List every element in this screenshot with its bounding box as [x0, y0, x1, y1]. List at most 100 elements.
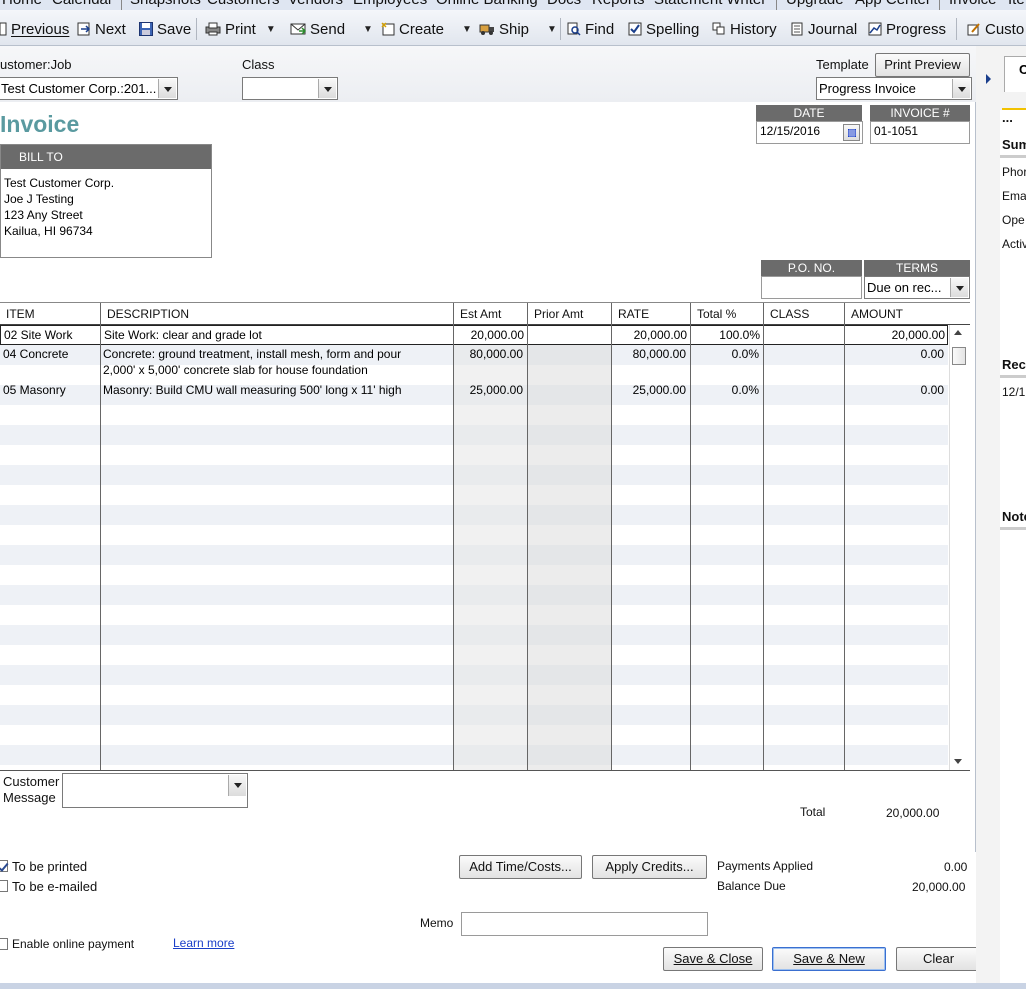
history-button[interactable]: History [712, 18, 777, 40]
menu-reports[interactable]: Reports [592, 0, 645, 8]
panel-tab[interactable]: C [1004, 56, 1026, 92]
toolbar: Previous Next Save Print ▼ Send ▼ Create… [0, 10, 1026, 46]
customize-button[interactable]: Custo [967, 18, 1024, 40]
template-select[interactable]: Progress Invoice [816, 77, 972, 100]
learn-more-link[interactable]: Learn more [173, 936, 234, 950]
chevron-down-icon[interactable] [950, 278, 968, 297]
scroll-down-icon[interactable] [954, 759, 962, 764]
menu-snapshots[interactable]: Snapshots [130, 0, 201, 8]
menu-customers[interactable]: Customers [207, 0, 280, 8]
invoice-number-field[interactable]: 01-1051 [870, 121, 970, 144]
previous-button[interactable]: Previous [0, 18, 69, 40]
col-total-pct[interactable]: Total % [697, 307, 736, 321]
print-label: Print [225, 20, 256, 38]
print-button[interactable]: Print ▼ [205, 18, 276, 40]
menu-app-center[interactable]: App Center [855, 0, 931, 8]
add-time-costs-button[interactable]: Add Time/Costs... [459, 855, 582, 879]
send-button[interactable]: Send ▼ [290, 18, 373, 40]
ship-button[interactable]: Ship ▼ [479, 18, 557, 40]
journal-button[interactable]: Journal [790, 18, 857, 40]
table-row[interactable]: 04 Concrete Concrete: ground treatment, i… [0, 345, 948, 381]
row-item: 02 Site Work [4, 328, 73, 342]
journal-icon [790, 22, 804, 36]
next-button[interactable]: Next [77, 18, 126, 40]
customer-message-label-line: Customer [3, 774, 60, 789]
bill-to-line: Test Customer Corp. [4, 176, 115, 190]
terms-select[interactable]: Due on rec... [864, 276, 970, 299]
col-class[interactable]: CLASS [770, 307, 809, 321]
row-description: Concrete: ground treatment, install mesh… [103, 347, 402, 361]
menu-docs[interactable]: Docs [547, 0, 581, 8]
panel-divider [1000, 155, 1026, 158]
toolbar-separator [560, 18, 561, 40]
menu-employees[interactable]: Employees [353, 0, 427, 8]
print-preview-button[interactable]: Print Preview [875, 53, 970, 77]
save-new-button[interactable]: Save & New [772, 947, 886, 971]
col-amount[interactable]: AMOUNT [851, 307, 903, 321]
clear-button[interactable]: Clear [896, 947, 981, 971]
class-label: Class [242, 57, 275, 72]
menu-items[interactable]: Ite [1008, 0, 1025, 8]
chevron-down-icon[interactable] [318, 79, 336, 98]
create-button[interactable]: Create ▼ [381, 18, 472, 40]
menu-vendors[interactable]: Vendors [288, 0, 343, 8]
col-prior-amt[interactable]: Prior Amt [534, 307, 583, 321]
enable-online-payment-label: Enable online payment [12, 937, 135, 951]
menu-home[interactable]: Home [2, 0, 42, 8]
menu-separator [776, 0, 777, 10]
to-be-emailed-checkbox[interactable] [0, 880, 8, 892]
scroll-thumb[interactable] [952, 347, 966, 365]
spelling-button[interactable]: Spelling [628, 18, 699, 40]
panel-recent-date[interactable]: 12/1 [1002, 385, 1025, 399]
scroll-up-icon[interactable] [954, 330, 962, 335]
col-rate[interactable]: RATE [618, 307, 649, 321]
menu-online-banking[interactable]: Online Banking [436, 0, 538, 8]
menu-invoice[interactable]: Invoice [949, 0, 997, 8]
row-est-amt: 20,000.00 [470, 328, 524, 342]
chevron-down-icon[interactable] [158, 79, 176, 98]
menu-statement-writer[interactable]: Statement Writer [654, 0, 766, 8]
payments-applied-value: 0.00 [944, 860, 968, 874]
truck-icon [479, 22, 495, 36]
find-button[interactable]: Find [567, 18, 614, 40]
progress-button[interactable]: Progress [868, 18, 946, 40]
panel-collapse-toggle[interactable] [986, 74, 991, 84]
col-item[interactable]: ITEM [6, 307, 35, 321]
col-description[interactable]: DESCRIPTION [107, 307, 189, 321]
customer-message-select[interactable] [62, 773, 248, 808]
to-be-printed-checkbox[interactable] [0, 860, 8, 872]
customer-job-select[interactable]: Test Customer Corp.:201... [0, 77, 178, 100]
class-select[interactable] [242, 77, 338, 100]
bill-to-box[interactable]: BILL TO Test Customer Corp. Joe J Testin… [0, 144, 212, 258]
panel-recent-heading: Rec [1002, 357, 1026, 372]
enable-online-payment-checkbox[interactable] [0, 938, 8, 950]
print-dropdown-icon[interactable]: ▼ [266, 24, 276, 35]
po-number-field[interactable] [761, 276, 862, 299]
save-button[interactable]: Save [139, 18, 191, 40]
chevron-down-icon[interactable] [228, 775, 246, 796]
panel-active-estimates-label: Activ [1002, 237, 1026, 251]
po-header: P.O. NO. [761, 260, 862, 277]
menu-calendar[interactable]: Calendar [52, 0, 113, 8]
menu-upgrade[interactable]: Upgrade [786, 0, 844, 8]
date-field[interactable]: 12/15/2016 [756, 121, 863, 144]
date-header: DATE [756, 105, 862, 122]
window-bottom-edge [0, 983, 1026, 989]
panel-more-dots[interactable]: ... [1002, 110, 1013, 125]
memo-input[interactable] [461, 912, 708, 936]
table-row[interactable]: 05 Masonry Masonry: Build CMU wall measur… [0, 381, 948, 401]
send-dropdown-icon[interactable]: ▼ [363, 24, 373, 35]
apply-credits-button[interactable]: Apply Credits... [592, 855, 707, 879]
calendar-icon[interactable] [843, 124, 860, 141]
chevron-down-icon[interactable] [952, 79, 970, 98]
col-est-amt[interactable]: Est Amt [460, 307, 501, 321]
table-scrollbar[interactable] [949, 325, 968, 770]
row-amount: 0.00 [920, 347, 944, 361]
customer-job-value: Test Customer Corp.:201... [1, 81, 157, 96]
page-title: Invoice [0, 111, 80, 137]
save-close-button[interactable]: Save & Close [663, 947, 763, 971]
table-row[interactable]: 02 Site Work Site Work: clear and grade l… [0, 325, 948, 345]
create-dropdown-icon[interactable]: ▼ [462, 24, 472, 35]
ship-dropdown-icon[interactable]: ▼ [547, 24, 557, 35]
customize-label: Custo [985, 20, 1025, 38]
